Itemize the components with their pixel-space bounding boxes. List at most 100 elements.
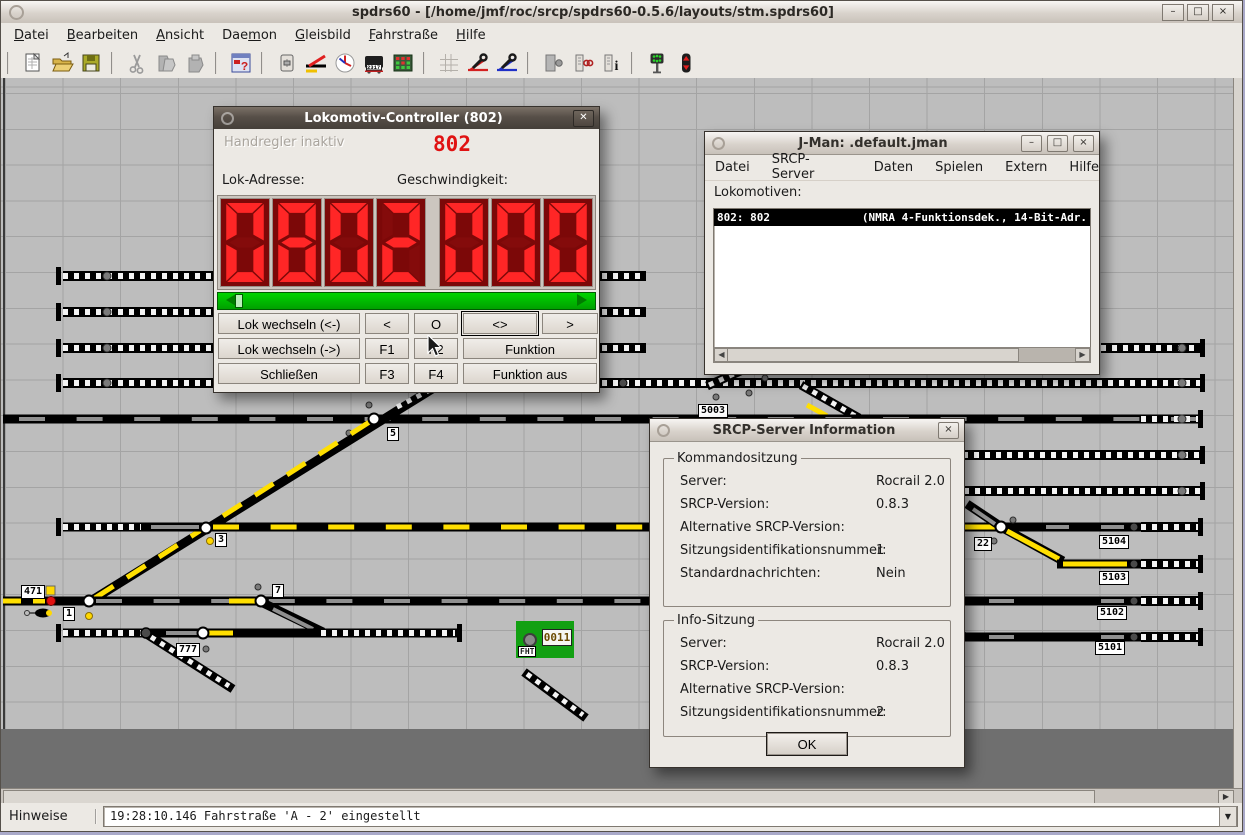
cut-icon[interactable] xyxy=(123,50,150,76)
controller-button-lok-wechseln->-[interactable]: Lok wechseln (->) xyxy=(218,338,360,359)
menu-bearbeiten[interactable]: Bearbeiten xyxy=(58,25,147,46)
jman-menu-extern[interactable]: Extern xyxy=(1005,160,1047,175)
edit-route-red-icon[interactable] xyxy=(464,50,491,76)
srcp-close-button[interactable]: × xyxy=(938,422,959,439)
hscroll-right-arrow[interactable]: ▶ xyxy=(1218,790,1234,804)
control-panel-icon[interactable] xyxy=(539,50,566,76)
jman-maximize-button[interactable]: □ xyxy=(1047,135,1068,152)
menubar: DateiBearbeitenAnsichtDaemonGleisbildFah… xyxy=(1,23,1242,49)
new-file-icon[interactable] xyxy=(19,50,46,76)
window-titlebar[interactable]: spdrs60 - [/home/jmf/roc/srcp/spdrs60-0.… xyxy=(1,1,1242,24)
slider-left-arrow-icon[interactable] xyxy=(220,294,236,306)
menu-gleisbild[interactable]: Gleisbild xyxy=(286,25,360,46)
daemon-properties-icon[interactable]: ? xyxy=(227,50,254,76)
track-label-5003: 5003 xyxy=(698,404,728,418)
grid-icon[interactable] xyxy=(435,50,462,76)
turnout-icon[interactable] xyxy=(302,50,329,76)
speed-label: Geschwindigkeit: xyxy=(397,173,508,188)
track-label-22: 22 xyxy=(974,537,992,551)
controller-button-<>[interactable]: <> xyxy=(463,313,537,334)
handheld-controller-icon[interactable] xyxy=(273,50,300,76)
decoupler-icon[interactable] xyxy=(568,50,595,76)
jman-menu-spielen[interactable]: Spielen xyxy=(935,160,983,175)
seven-seg-digit xyxy=(543,198,593,287)
jman-titlebar[interactable]: J-Man: .default.jman – □ × xyxy=(705,132,1099,155)
address-label: Lok-Adresse: xyxy=(222,173,305,188)
track-label-5103: 5103 xyxy=(1099,571,1129,585)
save-file-icon[interactable] xyxy=(77,50,104,76)
controller-button-<[interactable]: < xyxy=(365,313,409,334)
signal-red-icon[interactable] xyxy=(672,50,699,76)
jman-title: J-Man: .default.jman xyxy=(725,136,1021,151)
hscroll-thumb[interactable] xyxy=(3,790,1095,804)
copy-icon[interactable] xyxy=(152,50,179,76)
seven-seg-digit xyxy=(220,198,270,287)
controller-button-schlie-en[interactable]: Schließen xyxy=(218,363,360,384)
speed-slider[interactable] xyxy=(217,292,596,310)
ok-button[interactable]: OK xyxy=(766,732,848,756)
horizontal-scrollbar[interactable]: ▶ xyxy=(1,788,1242,804)
menu-hilfe[interactable]: Hilfe xyxy=(447,25,495,46)
clock-icon[interactable] xyxy=(331,50,358,76)
info-icon[interactable]: i xyxy=(597,50,624,76)
toolbar-separator xyxy=(111,52,116,74)
fht-label: FHT xyxy=(518,646,536,657)
vertical-scrollbar[interactable] xyxy=(1233,78,1242,788)
status-dropdown-arrow[interactable]: ▼ xyxy=(1219,806,1237,827)
led-panel-icon[interactable] xyxy=(389,50,416,76)
jman-loco-list[interactable]: 802: 802(NMRA 4-Funktionsdek., 14-Bit-Ad… xyxy=(713,208,1091,349)
slider-handle[interactable] xyxy=(235,294,243,308)
seven-seg-digit xyxy=(324,198,374,287)
jman-menu-datei[interactable]: Datei xyxy=(715,160,750,175)
open-file-icon[interactable] xyxy=(48,50,75,76)
controller-close-button[interactable]: ✕ xyxy=(573,110,594,127)
menu-ansicht[interactable]: Ansicht xyxy=(147,25,213,46)
controller-button-o[interactable]: O xyxy=(414,313,458,334)
slider-right-arrow-icon[interactable] xyxy=(577,294,593,306)
menu-datei[interactable]: Datei xyxy=(5,25,58,46)
controller-button-f2[interactable]: F2 xyxy=(414,338,458,359)
controller-button-f3[interactable]: F3 xyxy=(365,363,409,384)
maximize-button[interactable]: □ xyxy=(1187,4,1209,21)
speed-digits xyxy=(439,198,593,287)
controller-button->[interactable]: > xyxy=(542,313,598,334)
main-window: spdrs60 - [/home/jmf/roc/srcp/spdrs60-0.… xyxy=(0,0,1243,832)
jman-scroll-right-arrow[interactable]: ▶ xyxy=(1075,348,1090,362)
status-message-field[interactable]: 19:28:10.146 Fahrstraße 'A - 2' eingeste… xyxy=(103,806,1238,827)
jman-loco-row[interactable]: 802: 802(NMRA 4-Funktionsdek., 14-Bit-Ad… xyxy=(714,209,1090,226)
srcp-info-row: SRCP-Version:0.8.3 xyxy=(680,493,950,516)
menu-fahrstraße[interactable]: Fahrstraße xyxy=(360,25,447,46)
srcp-info-row: Standardnachrichten:Nein xyxy=(680,562,950,585)
edit-route-blue-icon[interactable] xyxy=(493,50,520,76)
jman-minimize-button[interactable]: – xyxy=(1021,135,1042,152)
signal-green-icon[interactable] xyxy=(643,50,670,76)
srcp-section-title: Kommandositzung xyxy=(674,451,801,466)
controller-titlebar[interactable]: Lokomotiv-Controller (802) ✕ xyxy=(214,107,599,129)
loco-id: 802 xyxy=(397,132,507,156)
srcp-info-dialog: SRCP-Server Information × Info-SitzungSe… xyxy=(649,418,965,768)
jman-window-icon xyxy=(712,137,725,150)
controller-button-lok-wechseln-<-[interactable]: Lok wechseln (<-) xyxy=(218,313,360,334)
controller-button-f4[interactable]: F4 xyxy=(414,363,458,384)
jman-menu-srcp-server[interactable]: SRCP-Server xyxy=(772,152,852,182)
jman-menu-hilfe[interactable]: Hilfe xyxy=(1069,160,1099,175)
jman-scroll-thumb[interactable] xyxy=(727,348,1019,362)
window-icon xyxy=(9,5,24,20)
loco-controller-dialog: Lokomotiv-Controller (802) ✕ Handregler … xyxy=(213,106,600,393)
track-label-5102: 5102 xyxy=(1097,606,1127,620)
locomotive-icon[interactable]: 2317 xyxy=(360,50,387,76)
srcp-titlebar[interactable]: SRCP-Server Information × xyxy=(650,419,964,442)
jman-menubar: Datei SRCP-Server Daten Spielen Extern Hilfe xyxy=(705,154,1099,181)
paste-icon[interactable] xyxy=(181,50,208,76)
controller-button-funktion[interactable]: Funktion xyxy=(463,338,597,359)
toolbar: ? 2317 i xyxy=(1,48,1242,79)
minimize-button[interactable]: – xyxy=(1162,4,1184,21)
jman-close-button[interactable]: × xyxy=(1073,135,1094,152)
menu-daemon[interactable]: Daemon xyxy=(213,25,286,46)
jman-hscrollbar[interactable]: ◀ ▶ xyxy=(713,347,1091,363)
close-button[interactable]: × xyxy=(1212,4,1234,21)
controller-button-funktion-aus[interactable]: Funktion aus xyxy=(463,363,597,384)
controller-button-f1[interactable]: F1 xyxy=(365,338,409,359)
fht-block[interactable]: FHT 0011 xyxy=(516,621,574,658)
jman-menu-daten[interactable]: Daten xyxy=(874,160,913,175)
